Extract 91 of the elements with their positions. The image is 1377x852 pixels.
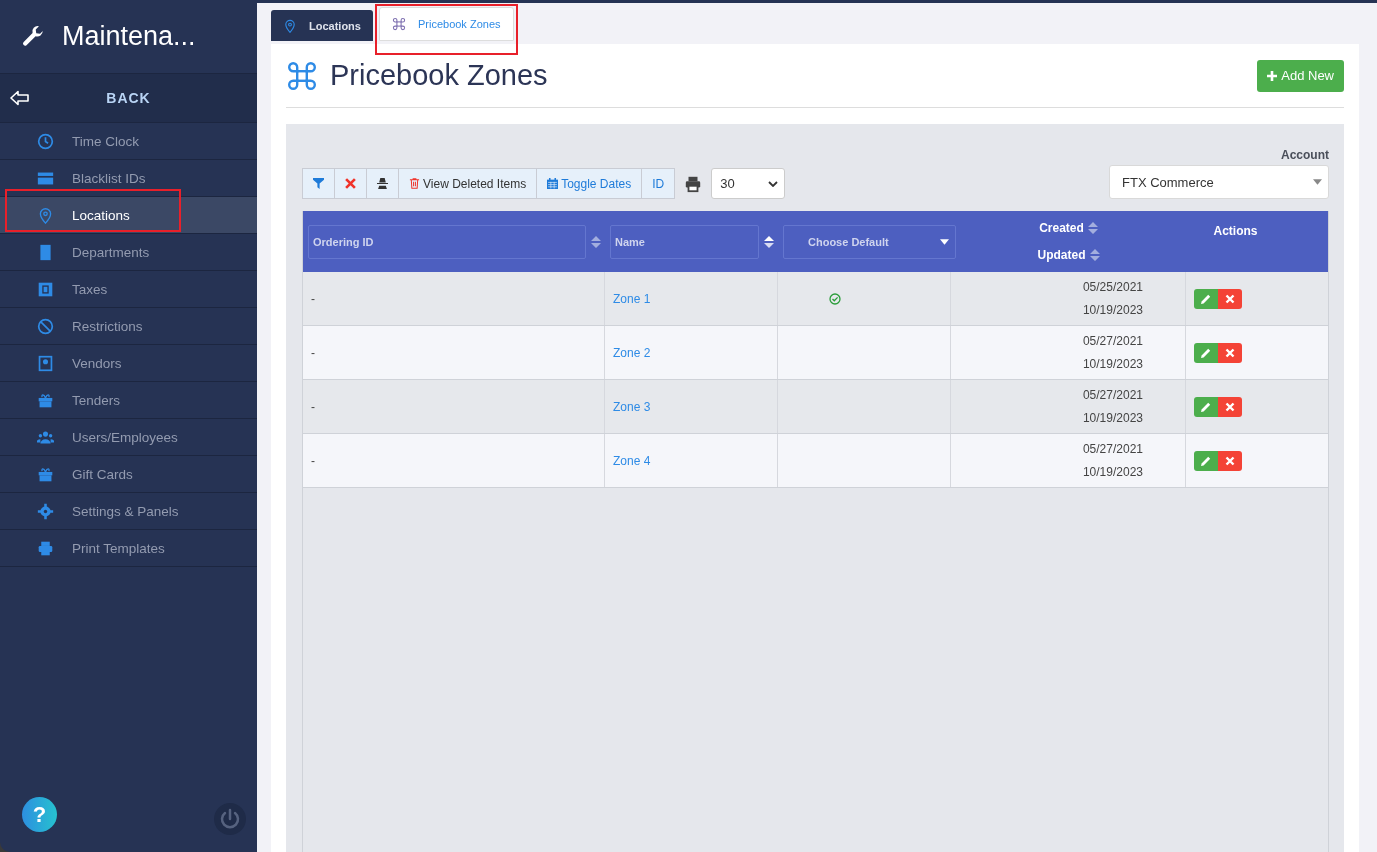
caret-icon — [940, 238, 949, 245]
created-header: Created — [1039, 221, 1084, 235]
arrow-left-icon — [10, 90, 30, 106]
sidebar-item[interactable]: Restrictions — [0, 308, 257, 345]
toggle-dates-button[interactable]: Toggle Dates — [537, 169, 643, 198]
updated-date: 10/19/2023 — [1082, 357, 1143, 372]
close-icon — [1225, 293, 1235, 304]
sidebar-item[interactable]: Print Templates — [0, 530, 257, 567]
close-icon — [1225, 347, 1235, 358]
sidebar-item[interactable]: Departments — [0, 234, 257, 271]
command-icon — [286, 59, 318, 92]
zone-link[interactable]: Zone 1 — [613, 291, 651, 306]
table-cell: - — [311, 453, 315, 468]
table-cell: - — [311, 345, 315, 360]
sort-icon[interactable] — [1087, 221, 1098, 235]
pin-icon — [283, 18, 297, 33]
help-button[interactable]: ? — [22, 797, 57, 832]
ban-icon — [37, 317, 54, 335]
zone-link[interactable]: Zone 3 — [613, 399, 651, 414]
pin-icon — [37, 206, 54, 224]
created-date: 05/25/2021 — [1082, 279, 1143, 294]
page-title: Pricebook Zones — [330, 59, 549, 92]
sort-icon[interactable] — [764, 234, 774, 249]
updated-date: 10/19/2023 — [1082, 411, 1143, 426]
created-date: 05/27/2021 — [1082, 441, 1143, 456]
sidebar-item[interactable]: Gift Cards — [0, 456, 257, 493]
tab[interactable]: Locations — [271, 10, 373, 41]
calendar-icon — [547, 178, 559, 189]
command-icon — [391, 17, 406, 31]
tab[interactable]: Pricebook Zones — [378, 7, 514, 41]
sidebar-item[interactable]: Users/Employees — [0, 419, 257, 456]
add-new-button[interactable]: Add New — [1257, 59, 1344, 92]
clock-icon — [37, 132, 54, 150]
sort-icon[interactable] — [591, 234, 601, 249]
pencil-icon — [1201, 401, 1211, 412]
printer-icon[interactable] — [684, 175, 703, 193]
created-date: 05/27/2021 — [1082, 333, 1143, 348]
close-icon — [1225, 401, 1235, 412]
delete-button[interactable] — [1218, 396, 1242, 417]
sort-icon[interactable] — [1089, 248, 1100, 262]
close-icon — [345, 178, 356, 189]
filter-button[interactable] — [303, 169, 335, 198]
table-cell: - — [311, 399, 315, 414]
gift-icon — [37, 391, 54, 409]
account-select[interactable]: FTX Commerce — [1109, 165, 1329, 199]
gift-icon — [37, 465, 54, 483]
edit-button[interactable] — [1194, 396, 1218, 417]
contact-icon — [37, 354, 54, 372]
pencil-icon — [1201, 293, 1211, 304]
ordering-id-filter[interactable]: Ordering ID — [308, 224, 586, 259]
close-icon — [1225, 455, 1235, 466]
actions-header: Actions — [1213, 224, 1258, 238]
sidebar-item[interactable]: Vendors — [0, 345, 257, 382]
id-button[interactable]: ID — [642, 169, 675, 198]
updated-date: 10/19/2023 — [1082, 465, 1143, 480]
sidebar-item[interactable]: Time Clock — [0, 123, 257, 160]
spy-button[interactable] — [367, 169, 399, 198]
app-title: Maintena... — [62, 21, 196, 52]
view-deleted-button[interactable]: View Deleted Items — [399, 169, 538, 198]
delete-button[interactable] — [1218, 288, 1242, 309]
pencil-icon — [1201, 347, 1211, 358]
zone-link[interactable]: Zone 2 — [613, 345, 651, 360]
delete-button[interactable] — [1218, 450, 1242, 471]
edit-button[interactable] — [1194, 342, 1218, 363]
plus-icon — [1267, 70, 1278, 81]
pencil-icon — [1201, 455, 1211, 466]
account-label: Account — [1281, 148, 1329, 162]
printer-icon — [37, 539, 54, 557]
created-date: 05/27/2021 — [1082, 387, 1143, 402]
sidebar-item[interactable]: Tenders — [0, 382, 257, 419]
spy-icon — [377, 178, 388, 189]
trash-icon — [409, 178, 420, 189]
chevron-down-icon — [768, 180, 779, 187]
back-button[interactable]: BACK — [0, 73, 257, 123]
sidebar-item[interactable]: Taxes — [0, 271, 257, 308]
table-cell: - — [311, 291, 315, 306]
zone-link[interactable]: Zone 4 — [613, 453, 651, 468]
page-size-select[interactable]: 30 — [711, 168, 786, 199]
sidebar-item[interactable]: Settings & Panels — [0, 493, 257, 530]
sidebar-item[interactable]: Locations — [0, 197, 257, 234]
edit-button[interactable] — [1194, 288, 1218, 309]
name-filter[interactable]: Name — [610, 224, 759, 259]
updated-header: Updated — [1037, 248, 1086, 262]
caret-icon — [1313, 179, 1322, 185]
clear-button[interactable] — [335, 169, 367, 198]
filter-icon — [313, 178, 324, 189]
edit-button[interactable] — [1194, 450, 1218, 471]
power-icon[interactable] — [213, 801, 247, 836]
delete-button[interactable] — [1218, 342, 1242, 363]
choose-default-select[interactable]: Choose Default — [783, 224, 956, 259]
updated-date: 10/19/2023 — [1082, 303, 1143, 318]
